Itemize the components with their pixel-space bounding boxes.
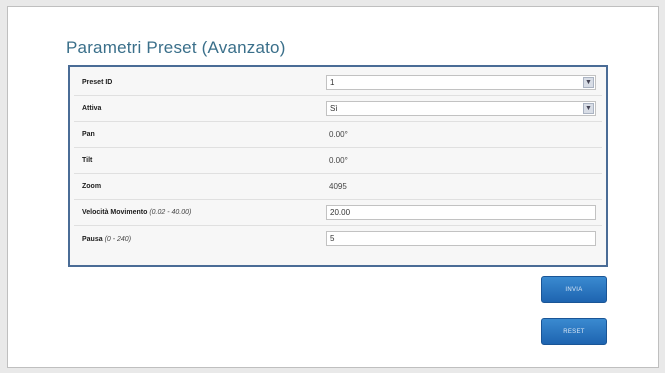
- row-zoom: Zoom 4095: [74, 174, 602, 200]
- preset-id-select[interactable]: 1 ▼: [326, 75, 596, 90]
- velocita-label: Velocità Movimento (0.02 - 40.00): [82, 209, 191, 216]
- pausa-label: Pausa (0 - 240): [82, 236, 131, 243]
- pan-value: 0.00°: [329, 130, 348, 139]
- attiva-label: Attiva: [82, 105, 102, 112]
- velocita-range-hint: (0.02 - 40.00): [149, 209, 192, 216]
- attiva-value: Sì: [330, 104, 338, 113]
- pan-label: Pan: [82, 131, 95, 138]
- preset-id-value: 1: [330, 78, 335, 87]
- row-attiva: Attiva Sì ▼: [74, 96, 602, 122]
- page-frame: Parametri Preset (Avanzato) Preset ID 1 …: [7, 6, 659, 368]
- chevron-down-icon[interactable]: ▼: [583, 103, 594, 114]
- pausa-range-hint: (0 - 240): [104, 235, 132, 243]
- chevron-down-icon[interactable]: ▼: [583, 77, 594, 88]
- pausa-label-text: Pausa: [82, 235, 103, 243]
- tilt-value: 0.00°: [329, 156, 348, 165]
- velocita-label-text: Velocità Movimento: [82, 209, 148, 216]
- preset-parameters-panel: Preset ID 1 ▼ Attiva Sì ▼ Pan 0.00° Tilt…: [68, 65, 608, 267]
- row-pausa: Pausa (0 - 240) 5: [74, 226, 602, 252]
- row-preset-id: Preset ID 1 ▼: [74, 70, 602, 96]
- zoom-value: 4095: [329, 182, 347, 191]
- invia-button[interactable]: INVIA: [541, 276, 607, 303]
- row-velocita: Velocità Movimento (0.02 - 40.00) 20.00: [74, 200, 602, 226]
- reset-button[interactable]: RESET: [541, 318, 607, 345]
- attiva-select[interactable]: Sì ▼: [326, 101, 596, 116]
- zoom-label: Zoom: [82, 183, 102, 190]
- row-pan: Pan 0.00°: [74, 122, 602, 148]
- tilt-label: Tilt: [82, 157, 93, 164]
- velocita-input[interactable]: 20.00: [326, 205, 596, 220]
- preset-id-label: Preset ID: [82, 79, 113, 86]
- row-tilt: Tilt 0.00°: [74, 148, 602, 174]
- page-title: Parametri Preset (Avanzato): [66, 38, 286, 57]
- pausa-input[interactable]: 5: [326, 231, 596, 246]
